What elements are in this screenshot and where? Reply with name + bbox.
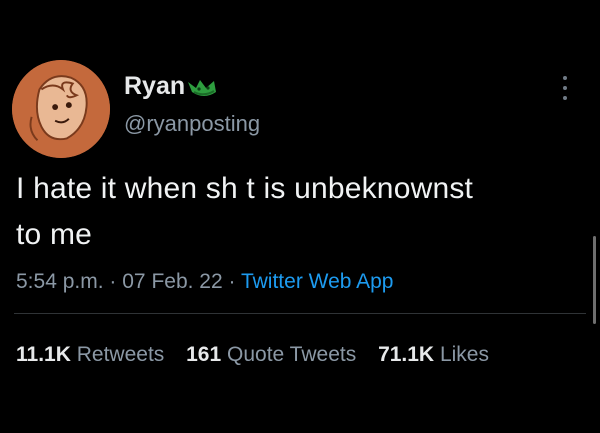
more-dot-icon — [563, 76, 567, 80]
tweet-time[interactable]: 5:54 p.m. — [16, 270, 104, 293]
tweet-stats: 11.1K Retweets 161 Quote Tweets 71.1K Li… — [16, 341, 505, 369]
tweet-source-link[interactable]: Twitter Web App — [241, 270, 394, 293]
retweets-label: Retweets — [76, 343, 165, 366]
author-handle[interactable]: @ryanposting — [124, 110, 260, 138]
meta-separator: · — [228, 270, 236, 293]
tweet-text: I hate it when sh t is unbeknownst to me — [16, 166, 586, 258]
more-dot-icon — [563, 96, 567, 100]
retweets-count: 11.1K — [16, 343, 71, 366]
meta-separator: · — [109, 270, 117, 293]
avatar[interactable] — [12, 60, 110, 158]
quote-tweets-label: Quote Tweets — [227, 343, 357, 366]
avatar-icon — [12, 60, 110, 158]
divider — [14, 313, 586, 314]
quote-tweets-count: 161 — [186, 343, 222, 366]
tweet-date[interactable]: 07 Feb. 22 — [122, 270, 222, 293]
retweets-stat[interactable]: 11.1K Retweets — [16, 343, 170, 366]
tweet-text-line: to me — [16, 218, 93, 251]
likes-count: 71.1K — [378, 343, 435, 366]
emoji-badge-icon — [188, 80, 216, 96]
tweet-card: Ryan @ryanposting I hate it when sh t is… — [0, 0, 600, 433]
scrollbar[interactable] — [593, 236, 596, 324]
quote-tweets-stat[interactable]: 161 Quote Tweets — [186, 343, 362, 366]
more-dot-icon — [563, 86, 567, 90]
tweet-text-line: I hate it when sh t is unbeknownst — [16, 172, 474, 205]
more-options-icon[interactable] — [558, 74, 572, 102]
likes-stat[interactable]: 71.1K Likes — [378, 343, 489, 366]
tweet-metadata: 5:54 p.m. · 07 Feb. 22 · Twitter Web App — [16, 268, 394, 296]
author-display-name[interactable]: Ryan — [124, 71, 185, 101]
likes-label: Likes — [439, 343, 489, 366]
